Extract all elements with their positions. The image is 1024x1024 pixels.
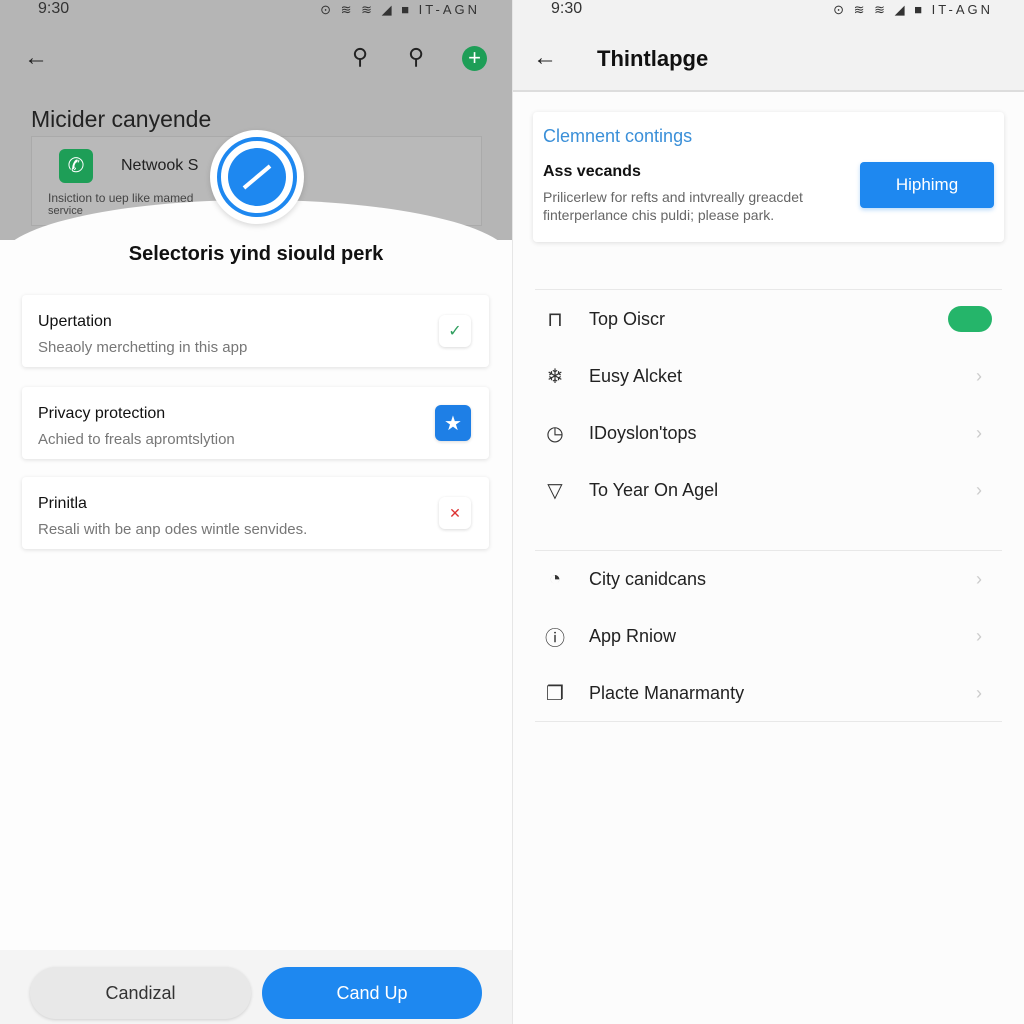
- option-subtitle: Sheaoly merchetting in this app: [38, 339, 248, 356]
- dialog-badge: [210, 130, 304, 224]
- back-arrow-icon[interactable]: ←: [24, 44, 48, 72]
- card-heading: Ass vecands: [543, 163, 641, 180]
- block-icon: [228, 148, 286, 206]
- settings-item-to-year-on-agel[interactable]: ▽ To Year On Agel ›: [535, 470, 1002, 510]
- settings-item-eusy-alcket[interactable]: ❄ Eusy Alcket ›: [535, 356, 1002, 396]
- background-title: Micider canyende: [31, 106, 212, 132]
- option-card-printing[interactable]: Prinitla Resali with be anp odes wintle …: [22, 477, 489, 549]
- status-time: 9:30: [38, 0, 70, 17]
- card-text: Prilicerlew for refts and intvreally gre…: [543, 189, 803, 205]
- option-subtitle: Resali with be anp odes wintle senvides.: [38, 521, 308, 538]
- settings-item-label: Placte Manarmanty: [589, 682, 745, 703]
- card-action-button[interactable]: Hiphimg: [860, 162, 994, 208]
- divider: [535, 721, 1002, 722]
- history-icon: ◷: [546, 422, 564, 445]
- chevron-right-icon: ›: [976, 479, 982, 500]
- background-card-text: service: [48, 205, 83, 217]
- settings-item-label: To Year On Agel: [589, 479, 719, 500]
- info-icon: ⓘ: [545, 627, 565, 650]
- cancel-button[interactable]: Candizal: [30, 967, 251, 1019]
- network-icon: ❄: [546, 365, 564, 388]
- chevron-right-icon: ›: [976, 625, 982, 646]
- settings-item-doyslon-tops[interactable]: ◷ IDoyslon'tops ›: [535, 413, 1002, 453]
- star-icon[interactable]: ★: [435, 405, 471, 441]
- windows-icon: ❐: [546, 682, 564, 705]
- option-title: Privacy protection: [38, 405, 166, 422]
- permission-dialog-screen: 9:30 ⊙ ≋ ≋ ◢ ■ IT-AGN ← ⚲ ⚲ + Micider ca…: [0, 0, 512, 1024]
- dialog-title: Selectoris yind siould perk: [128, 243, 384, 265]
- option-card-privacy[interactable]: Privacy protection Achied to freals apro…: [22, 387, 489, 459]
- toggle-switch[interactable]: [948, 306, 992, 332]
- status-bar: 9:30 ⊙ ≋ ≋ ◢ ■ IT-AGN: [513, 0, 1024, 20]
- chevron-right-icon: ›: [976, 422, 982, 443]
- settings-item-label: IDoyslon'tops: [589, 422, 697, 443]
- divider: [535, 289, 1002, 290]
- chevron-right-icon: ›: [976, 365, 982, 386]
- back-arrow-icon[interactable]: ←: [533, 44, 557, 72]
- chevron-right-icon: ›: [976, 568, 982, 589]
- settings-item-city-canidcans[interactable]: ◔ City canidcans ›: [535, 559, 1002, 599]
- chevron-right-icon: ›: [976, 682, 982, 703]
- option-card-operation[interactable]: Upertation Sheaoly merchetting in this a…: [22, 295, 489, 367]
- settings-item-placte-manarmanty[interactable]: ❐ Placte Manarmanty ›: [535, 673, 1002, 713]
- settings-item-label: App Rniow: [589, 625, 677, 646]
- divider: [535, 550, 1002, 551]
- settings-item-top-oiscr[interactable]: ⊓ Top Oiscr: [535, 299, 1002, 339]
- settings-card: Clemnent contings Ass vecands Prilicerle…: [533, 112, 1004, 242]
- confirm-button[interactable]: Cand Up: [262, 967, 482, 1019]
- lock-icon: ⊓: [547, 308, 563, 331]
- option-subtitle: Achied to freals apromtslytion: [38, 431, 235, 448]
- bell-icon: ▽: [547, 479, 563, 502]
- settings-item-label: Top Oiscr: [589, 308, 666, 329]
- check-icon[interactable]: ✓: [439, 315, 471, 347]
- app-header: 9:30 ⊙ ≋ ≋ ◢ ■ IT-AGN ← Thintlapge: [513, 0, 1024, 92]
- settings-screen: 9:30 ⊙ ≋ ≋ ◢ ■ IT-AGN ← Thintlapge Clemn…: [512, 0, 1024, 1024]
- close-icon[interactable]: ✕: [439, 497, 471, 529]
- settings-item-label: City canidcans: [589, 568, 707, 589]
- option-title: Upertation: [38, 313, 112, 330]
- page-title: Thintlapge: [597, 46, 709, 71]
- search-icon[interactable]: ⚲: [408, 44, 424, 70]
- settings-item-app-rniow[interactable]: ⓘ App Rniow ›: [535, 616, 1002, 656]
- settings-item-label: Eusy Alcket: [589, 365, 683, 386]
- status-icons: ⊙ ≋ ≋ ◢ ■ IT-AGN: [320, 2, 480, 17]
- search-icon[interactable]: ⚲: [352, 44, 368, 70]
- card-text: finterperlance chis puldi; please park.: [543, 207, 775, 223]
- card-title: Clemnent contings: [543, 126, 693, 146]
- phone-app-icon: ✆: [59, 149, 93, 183]
- background-card-title: Netwook S: [121, 157, 199, 174]
- option-title: Prinitla: [38, 495, 87, 512]
- add-icon[interactable]: +: [462, 46, 487, 71]
- status-time: 9:30: [551, 0, 583, 17]
- status-icons: ⊙ ≋ ≋ ◢ ■ IT-AGN: [833, 2, 993, 17]
- status-bar: 9:30 ⊙ ≋ ≋ ◢ ■ IT-AGN: [0, 0, 512, 20]
- clock-icon: ◔: [548, 567, 562, 590]
